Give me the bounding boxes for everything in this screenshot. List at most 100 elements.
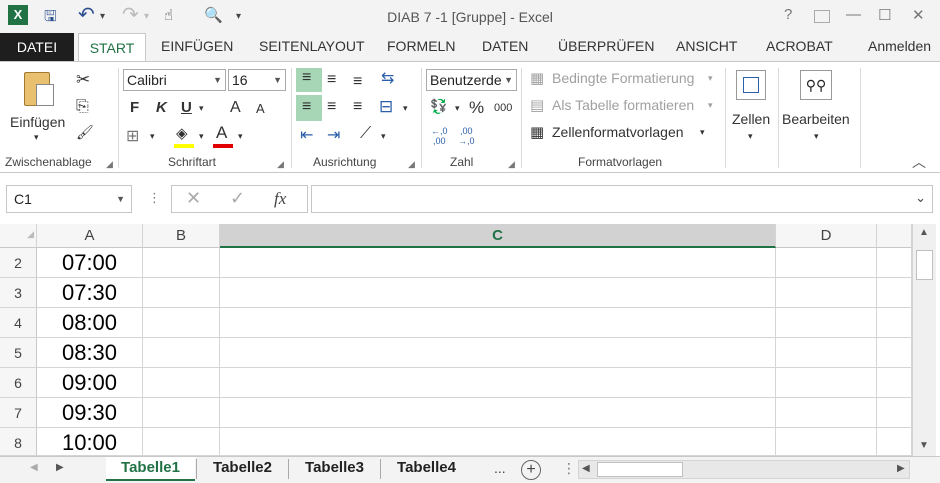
decrease-decimal-icon[interactable]: ,00 →,0	[458, 126, 475, 146]
font-color-icon[interactable]: A	[216, 123, 227, 143]
wrap-text-icon[interactable]: ⇆	[381, 68, 394, 88]
add-sheet-button[interactable]: +	[521, 460, 541, 480]
more-sheets-button[interactable]: ...	[494, 460, 506, 476]
orientation-dropdown-icon[interactable]: ▾	[381, 131, 386, 142]
cell-a4[interactable]: 08:00	[37, 308, 143, 338]
conditional-formatting-button[interactable]: ▦ Bedingte Formatierung ▾	[530, 69, 720, 91]
copy-icon[interactable]: ⎘	[76, 98, 89, 116]
cell-d4[interactable]	[776, 308, 877, 338]
cell-a3[interactable]: 07:30	[37, 278, 143, 308]
underline-dropdown-icon[interactable]: ▾	[199, 103, 204, 114]
cell-d6[interactable]	[776, 368, 877, 398]
close-button[interactable]: ✕	[912, 6, 925, 24]
cells-button[interactable]: Zellen ▾	[730, 68, 776, 152]
cell-d3[interactable]	[776, 278, 877, 308]
cut-icon[interactable]: ✂	[76, 70, 90, 90]
currency-format-icon[interactable]: 💱	[430, 98, 447, 115]
help-button[interactable]: ?	[784, 6, 792, 23]
cell-a5[interactable]: 08:30	[37, 338, 143, 368]
cell-e7[interactable]	[877, 398, 912, 428]
tab-datei[interactable]: DATEI	[0, 33, 74, 61]
clipboard-launcher-icon[interactable]: ◢	[106, 159, 113, 170]
cell-e4[interactable]	[877, 308, 912, 338]
cell-b8[interactable]	[143, 428, 220, 456]
scroll-sheets-right-icon[interactable]: ▶	[56, 462, 64, 473]
cell-c2[interactable]	[220, 248, 776, 278]
cell-e5[interactable]	[877, 338, 912, 368]
cancel-entry-icon[interactable]: ✕	[186, 188, 201, 209]
sheet-bar-grip-icon[interactable]: ⋮	[562, 460, 576, 477]
cell-b7[interactable]	[143, 398, 220, 428]
scroll-right-icon[interactable]: ▶	[897, 463, 905, 474]
tab-ansicht[interactable]: ANSICHT	[676, 38, 737, 54]
increase-decimal-icon[interactable]: ←,0,00	[431, 126, 448, 146]
column-header-e[interactable]	[877, 224, 912, 248]
cell-b6[interactable]	[143, 368, 220, 398]
merge-dropdown-icon[interactable]: ▾	[403, 103, 408, 114]
number-launcher-icon[interactable]: ◢	[508, 159, 515, 170]
ribbon-display-icon[interactable]	[814, 10, 830, 23]
row-header[interactable]: 3	[0, 278, 37, 308]
paste-button[interactable]: Einfügen ▾	[8, 68, 70, 148]
cell-d5[interactable]	[776, 338, 877, 368]
sheet-tab-tabelle4[interactable]: Tabelle4	[381, 457, 472, 481]
row-header[interactable]: 2	[0, 248, 37, 278]
border-dropdown-icon[interactable]: ▾	[150, 131, 155, 142]
cell-c5[interactable]	[220, 338, 776, 368]
expand-formula-bar-icon[interactable]: ⌄	[915, 190, 926, 206]
increase-indent-icon[interactable]: ⇥	[327, 125, 340, 145]
bold-button[interactable]: F	[130, 99, 139, 116]
cell-c6[interactable]	[220, 368, 776, 398]
align-bottom-icon[interactable]: ≡	[353, 73, 362, 91]
cell-b4[interactable]	[143, 308, 220, 338]
scroll-sheets-left-icon[interactable]: ◀	[30, 462, 38, 473]
insert-function-icon[interactable]: fx	[274, 189, 286, 209]
merge-center-icon[interactable]: ⊟	[379, 97, 393, 117]
font-launcher-icon[interactable]: ◢	[277, 159, 284, 170]
tab-einfuegen[interactable]: EINFÜGEN	[161, 38, 233, 54]
align-center-icon[interactable]: ≡	[327, 98, 336, 116]
name-box[interactable]: C1 ▼	[6, 185, 132, 213]
cell-b5[interactable]	[143, 338, 220, 368]
confirm-entry-icon[interactable]: ✓	[230, 188, 245, 209]
italic-button[interactable]: K	[156, 99, 167, 116]
vertical-scroll-thumb[interactable]	[916, 250, 933, 280]
restore-button[interactable]: ☐	[878, 6, 891, 24]
cell-e3[interactable]	[877, 278, 912, 308]
horizontal-scroll-thumb[interactable]	[597, 462, 683, 477]
cell-a8[interactable]: 10:00	[37, 428, 143, 456]
tab-acrobat[interactable]: ACROBAT	[766, 38, 833, 54]
number-format-combo[interactable]: Benutzerde ▼	[426, 69, 517, 91]
cell-styles-button[interactable]: ▦ Zellenformatvorlagen ▾	[530, 123, 720, 145]
decrease-indent-icon[interactable]: ⇤	[300, 125, 313, 145]
row-header[interactable]: 6	[0, 368, 37, 398]
cell-a6[interactable]: 09:00	[37, 368, 143, 398]
column-header-a[interactable]: A	[37, 224, 143, 248]
cell-c7[interactable]	[220, 398, 776, 428]
cell-b3[interactable]	[143, 278, 220, 308]
align-middle-icon[interactable]: ≡	[327, 71, 336, 89]
format-as-table-button[interactable]: ▤ Als Tabelle formatieren ▾	[530, 96, 720, 118]
align-right-icon[interactable]: ≡	[353, 98, 362, 116]
fill-dropdown-icon[interactable]: ▾	[199, 131, 204, 142]
thousands-separator-button[interactable]: 000	[494, 102, 512, 114]
row-header[interactable]: 7	[0, 398, 37, 428]
sheet-tab-tabelle1[interactable]: Tabelle1	[106, 457, 195, 481]
tab-formeln[interactable]: FORMELN	[387, 38, 455, 54]
column-header-b[interactable]: B	[143, 224, 220, 248]
tab-ueberpruefen[interactable]: ÜBERPRÜFEN	[558, 38, 654, 54]
cell-e2[interactable]	[877, 248, 912, 278]
tab-start[interactable]: START	[78, 33, 146, 62]
format-painter-icon[interactable]: 🖌	[76, 124, 94, 141]
column-header-c[interactable]: C	[220, 224, 776, 248]
row-header[interactable]: 5	[0, 338, 37, 368]
collapse-ribbon-icon[interactable]: ︿	[912, 152, 926, 172]
select-all-corner[interactable]: ◢	[0, 224, 37, 248]
sign-in-link[interactable]: Anmelden	[868, 38, 931, 54]
minimize-button[interactable]: —	[846, 6, 861, 23]
font-color-dropdown-icon[interactable]: ▾	[238, 131, 243, 142]
editing-button[interactable]: ⚲⚲ Bearbeiten ▾	[782, 68, 856, 152]
horizontal-scrollbar[interactable]: ◀ ▶	[578, 460, 910, 479]
column-header-d[interactable]: D	[776, 224, 877, 248]
cell-a2[interactable]: 07:00	[37, 248, 143, 278]
